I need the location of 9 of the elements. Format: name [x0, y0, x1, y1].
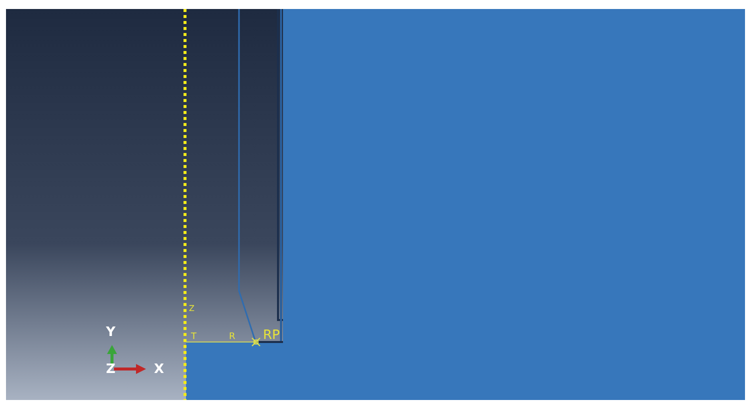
triad-label: Z [106, 362, 116, 377]
reference-point-icon [251, 337, 261, 347]
model-label: RP [263, 328, 280, 343]
model-label: R [229, 332, 236, 342]
triad-label: Y [106, 325, 116, 340]
model-label: T [191, 332, 196, 342]
x-axis-arrow [114, 364, 146, 374]
triad-label: X [154, 362, 164, 377]
model-label: Z [189, 304, 194, 313]
